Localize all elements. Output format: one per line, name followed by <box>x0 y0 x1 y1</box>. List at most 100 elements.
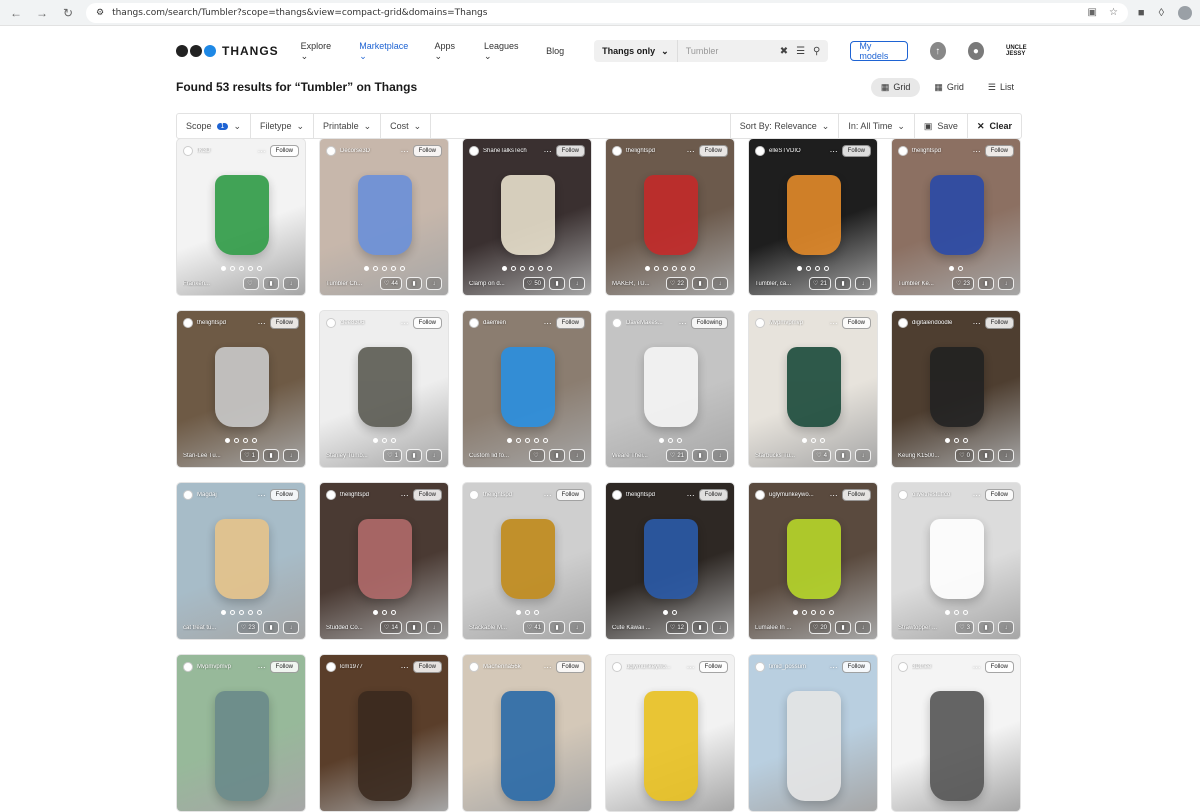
view-list[interactable]: ☰ List <box>978 78 1024 97</box>
card-username[interactable]: thelightspd <box>626 492 683 498</box>
carousel-dot[interactable] <box>953 438 959 443</box>
card-username[interactable]: thelightspd <box>340 492 397 498</box>
carousel-dot[interactable] <box>520 266 525 271</box>
card-title[interactable]: MAKER, TU... <box>612 281 662 287</box>
carousel-dot[interactable] <box>256 266 262 271</box>
view-grid-compact[interactable]: ▦ Grid <box>924 78 974 97</box>
user-avatar[interactable] <box>326 490 336 500</box>
card-username[interactable]: thelightspd <box>626 148 683 154</box>
bookmark-button[interactable]: ▮ <box>835 621 851 634</box>
user-avatar[interactable] <box>898 318 908 328</box>
download-button[interactable]: ↓ <box>283 621 299 634</box>
download-button[interactable]: ↓ <box>569 621 585 634</box>
model-card[interactable]: olivethestuffco ⋯ Follow Strawtopper ...… <box>891 482 1021 640</box>
like-button[interactable]: ♡ 22 <box>665 277 688 290</box>
card-username[interactable]: Magdaj <box>197 492 254 498</box>
follow-button[interactable]: Follow <box>984 145 1014 157</box>
download-button[interactable]: ↓ <box>998 277 1014 290</box>
sort-select[interactable]: Sort By: Relevance ⌄ <box>731 114 840 138</box>
follow-button[interactable]: Follow <box>841 145 871 157</box>
model-card[interactable]: lcm1977 ⋯ Follow <box>319 654 449 812</box>
follow-button[interactable]: Follow <box>841 489 871 501</box>
like-button[interactable]: ♡ 14 <box>379 621 402 634</box>
more-options-icon[interactable]: ⋯ <box>401 491 409 500</box>
card-username[interactable]: Machenna56k <box>483 664 540 670</box>
user-avatar[interactable] <box>326 146 336 156</box>
user-avatar[interactable] <box>469 490 479 500</box>
carousel-dot[interactable] <box>538 266 543 271</box>
model-card[interactable]: Magdaj ⋯ Follow cat treat tu... ♡ 23 ▮ ↓ <box>176 482 306 640</box>
nav-marketplace[interactable]: Marketplace ⌄ <box>359 41 412 62</box>
follow-button[interactable]: Follow <box>698 145 728 157</box>
user-avatar[interactable] <box>183 662 193 672</box>
carousel-dot[interactable] <box>220 266 226 271</box>
carousel-dot[interactable] <box>958 266 963 271</box>
user-avatar[interactable] <box>755 490 765 500</box>
reload-icon[interactable]: ↻ <box>60 5 76 21</box>
carousel-dot[interactable] <box>667 438 673 443</box>
model-card[interactable]: ShaneTalksTech ⋯ Follow Clamp on d... ♡ 5… <box>462 138 592 296</box>
card-title[interactable]: Stanley Tumb... <box>326 453 379 459</box>
model-card[interactable]: clee8306 ⋯ Follow Stanley Tumb... ♡ 1 ▮ ↓ <box>319 310 449 468</box>
carousel-dot[interactable] <box>824 266 829 271</box>
follow-button[interactable]: Follow <box>841 661 871 673</box>
carousel-dot[interactable] <box>238 610 244 615</box>
cost-filter[interactable]: Cost ⌄ <box>381 114 432 138</box>
carousel-dot[interactable] <box>819 438 825 443</box>
model-card[interactable]: thelightspd ⋯ Follow MAKER, TU... ♡ 22 ▮ … <box>605 138 735 296</box>
carousel-dot[interactable] <box>234 438 239 443</box>
card-username[interactable]: thelightspd <box>912 148 969 154</box>
bookmark-button[interactable]: ▮ <box>406 449 422 462</box>
download-button[interactable]: ↓ <box>283 449 299 462</box>
carousel-dot[interactable] <box>229 610 235 615</box>
carousel-dot[interactable] <box>828 610 834 615</box>
carousel-dot[interactable] <box>372 438 378 443</box>
download-button[interactable]: ↓ <box>998 621 1014 634</box>
bookmark-button[interactable]: ▮ <box>978 621 994 634</box>
card-username[interactable]: Mvpmvpmvp <box>197 664 254 670</box>
card-title[interactable]: Custom lid fo... <box>469 453 525 459</box>
carousel-dot[interactable] <box>506 438 512 443</box>
carousel-dot[interactable] <box>247 610 253 615</box>
model-card[interactable]: digitalendoodle ⋯ Follow Keurig K1500...… <box>891 310 1021 468</box>
carousel-dot[interactable] <box>810 438 816 443</box>
search-input[interactable]: Tumbler <box>678 46 780 56</box>
download-button[interactable]: ↓ <box>855 621 871 634</box>
like-button[interactable]: ♡ 1 <box>240 449 259 462</box>
carousel-dot[interactable] <box>949 266 954 271</box>
follow-button[interactable]: Following <box>690 317 728 329</box>
carousel-dot[interactable] <box>663 610 668 615</box>
more-options-icon[interactable]: ⋯ <box>679 319 687 328</box>
user-avatar[interactable] <box>612 146 622 156</box>
card-username[interactable]: olivethestuffco <box>912 492 969 498</box>
carousel-dot[interactable] <box>381 266 387 271</box>
like-button[interactable]: ♡ 1 <box>383 449 402 462</box>
follow-button[interactable]: Follow <box>412 317 442 329</box>
carousel-dot[interactable] <box>801 438 807 443</box>
like-button[interactable]: ♡ <box>529 449 545 462</box>
upload-icon[interactable]: ↑ <box>929 42 946 60</box>
more-options-icon[interactable]: ⋯ <box>544 319 552 328</box>
card-title[interactable]: Cute Kawaii ... <box>612 625 662 631</box>
download-button[interactable]: ↓ <box>283 277 299 290</box>
carousel-dot[interactable] <box>962 438 968 443</box>
follow-button[interactable]: Follow <box>412 489 442 501</box>
nav-explore[interactable]: Explore ⌄ <box>301 41 338 62</box>
user-avatar[interactable] <box>898 146 908 156</box>
model-card[interactable]: 3Dthee ⋯ Follow <box>891 654 1021 812</box>
carousel-dot[interactable] <box>542 438 548 443</box>
nav-blog[interactable]: Blog <box>546 46 564 56</box>
carousel-dot[interactable] <box>243 438 248 443</box>
carousel-dot[interactable] <box>399 266 405 271</box>
user-avatar[interactable] <box>612 490 622 500</box>
forward-icon[interactable]: → <box>34 5 50 21</box>
follow-button[interactable]: Follow <box>269 489 299 501</box>
more-options-icon[interactable]: ⋯ <box>687 491 695 500</box>
carousel-dot[interactable] <box>529 266 534 271</box>
follow-button[interactable]: Follow <box>555 489 585 501</box>
follow-button[interactable]: Follow <box>984 317 1014 329</box>
more-options-icon[interactable]: ⋯ <box>973 319 981 328</box>
bookmark-button[interactable]: ▮ <box>263 449 279 462</box>
card-username[interactable]: uglymunkeywo... <box>769 492 826 498</box>
like-button[interactable]: ♡ 23 <box>236 621 259 634</box>
